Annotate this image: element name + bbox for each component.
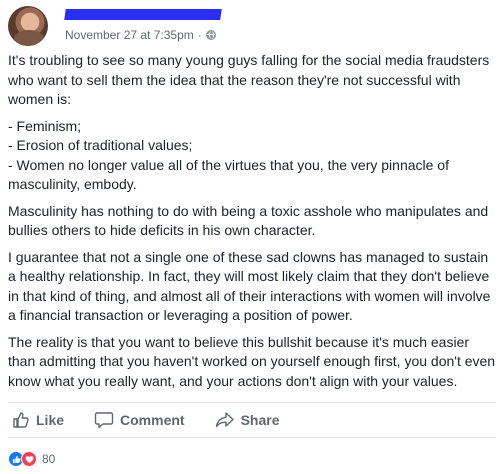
facebook-post: November 27 at 7:35pm · It's troubling t…: [0, 0, 504, 474]
post-timeline: November 27 at 7:35pm ·: [65, 28, 216, 42]
share-button[interactable]: Share: [215, 403, 280, 437]
post-header: November 27 at 7:35pm ·: [8, 6, 256, 46]
list-item: - Feminism;: [8, 117, 82, 134]
post-body: It's troubling to see so many young guys…: [8, 51, 496, 398]
reaction-count[interactable]: 80: [42, 452, 55, 466]
redacted-author-name: [64, 9, 222, 20]
love-reaction-icon: [21, 451, 37, 467]
share-label: Share: [240, 412, 280, 428]
list-item: - Women no longer value all of the virtu…: [8, 156, 449, 193]
post-paragraph: I guarantee that not a single one of the…: [8, 248, 491, 324]
post-paragraph-intro: It's troubling to see so many young guys…: [8, 52, 490, 107]
like-button[interactable]: Like: [12, 403, 64, 437]
meta-separator: ·: [197, 28, 202, 42]
post-paragraph: Masculinity has nothing to do with being…: [8, 202, 489, 239]
post-list: - Feminism; - Erosion of traditional val…: [8, 117, 496, 195]
comment-bubble-icon: [94, 411, 114, 429]
post-timestamp[interactable]: November 27 at 7:35pm: [65, 28, 194, 42]
globe-icon[interactable]: [205, 30, 216, 40]
avatar[interactable]: [8, 6, 48, 46]
like-label: Like: [36, 412, 65, 428]
post-actions-bar: Like Comment Share: [8, 402, 496, 438]
thumbs-up-icon: [12, 411, 30, 429]
comment-label: Comment: [120, 412, 185, 428]
share-arrow-icon: [215, 411, 235, 429]
list-item: - Erosion of traditional values;: [8, 137, 193, 153]
reactions-summary[interactable]: 80: [8, 450, 55, 468]
post-meta: November 27 at 7:35pm ·: [56, 6, 256, 46]
post-paragraph: The reality is that you want to believe …: [8, 333, 496, 389]
comment-button[interactable]: Comment: [94, 403, 185, 437]
